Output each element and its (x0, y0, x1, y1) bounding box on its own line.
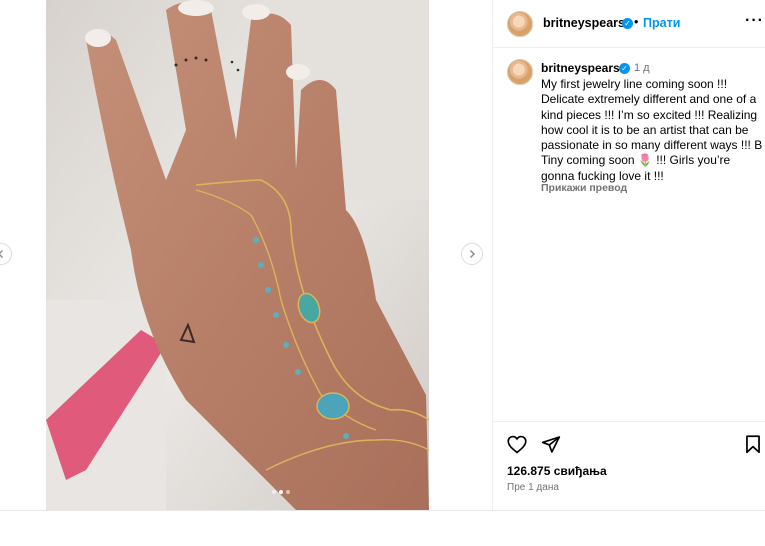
bookmark-icon (746, 435, 760, 454)
carousel-dots (272, 490, 290, 494)
hand-photo (46, 0, 429, 510)
post-dialog: britneyspears ✓ • Прати ··· britneyspear… (0, 0, 765, 510)
post-side-panel: britneyspears ✓ • Прати ··· britneyspear… (492, 0, 765, 510)
page-divider (0, 510, 765, 511)
next-slide-button[interactable] (461, 243, 483, 265)
header-username[interactable]: britneyspears (543, 16, 625, 30)
send-icon (541, 436, 561, 453)
follow-button[interactable]: Прати (643, 16, 680, 30)
carousel-dot (286, 490, 290, 494)
carousel-dot-active (279, 490, 283, 494)
verified-badge-icon: ✓ (619, 63, 630, 74)
chevron-right-icon (469, 249, 476, 259)
more-options-icon[interactable]: ··· (745, 12, 764, 30)
avatar[interactable] (507, 11, 533, 37)
previous-slide-button[interactable] (0, 243, 12, 265)
caption-avatar[interactable] (507, 59, 533, 85)
caption-time[interactable]: 1 д (634, 62, 650, 74)
post-time-ago: Пре 1 дана (507, 482, 559, 493)
caption-username[interactable]: britneyspears (541, 61, 620, 75)
save-button[interactable] (745, 435, 761, 459)
chevron-left-icon (0, 249, 4, 259)
caption-text: My first jewelry line coming soon !!! De… (541, 77, 763, 183)
separator-dot: • (634, 15, 639, 29)
show-translation-link[interactable]: Прикажи превод (541, 182, 627, 194)
share-button[interactable] (541, 435, 561, 459)
heart-icon (507, 435, 527, 454)
post-image[interactable] (46, 0, 429, 510)
likes-count[interactable]: 126.875 свиђања (507, 464, 607, 478)
post-header: britneyspears ✓ • Прати ··· (493, 0, 765, 48)
like-button[interactable] (507, 435, 527, 459)
actions-divider (493, 421, 765, 422)
verified-badge-icon: ✓ (622, 18, 633, 29)
carousel-dot (272, 490, 276, 494)
